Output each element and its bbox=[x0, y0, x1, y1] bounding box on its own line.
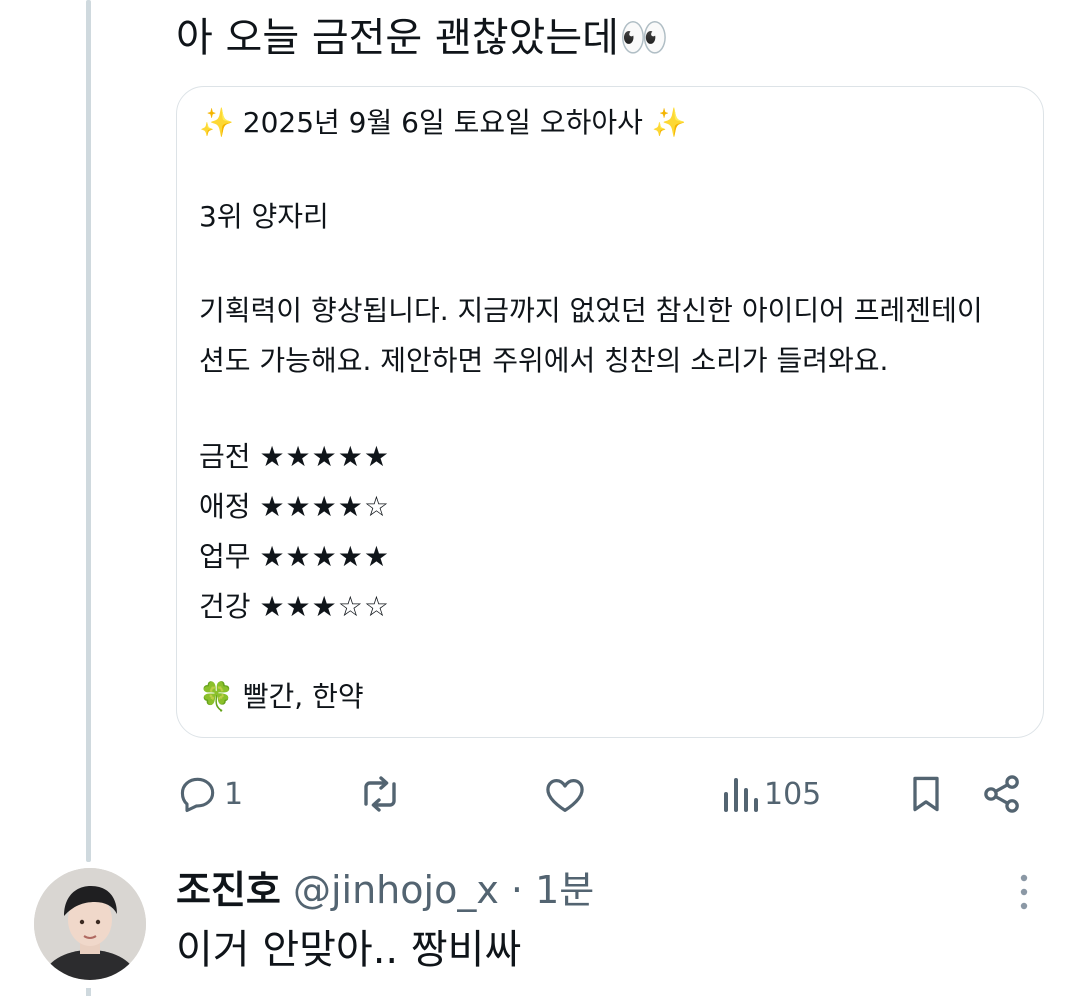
card-lucky-items: 🍀 빨간, 한약 bbox=[199, 680, 364, 713]
rating-row-work: 업무 ★★★★★ bbox=[199, 537, 390, 577]
quoted-text-card[interactable]: ✨ 2025년 9월 6일 토요일 오하아사 ✨ 3위 양자리 기획력이 향상됩… bbox=[176, 86, 1044, 738]
like-button[interactable] bbox=[542, 764, 592, 824]
rating-label: 금전 bbox=[199, 440, 251, 473]
bar-chart-icon bbox=[720, 772, 760, 816]
rating-label: 애정 bbox=[199, 490, 251, 523]
views-count: 105 bbox=[764, 776, 822, 812]
bookmark-button[interactable] bbox=[904, 764, 948, 824]
rating-row-love: 애정 ★★★★☆ bbox=[199, 487, 390, 527]
meta-separator: · bbox=[510, 868, 523, 912]
rating-row-money: 금전 ★★★★★ bbox=[199, 437, 390, 477]
card-description-line-2: 션도 가능해요. 제안하면 주위에서 칭찬의 소리가 들려와요. bbox=[199, 344, 889, 377]
reply-header: 조진호 @jinhojo_x · 1분 bbox=[176, 864, 594, 916]
thread-connector-line bbox=[86, 0, 91, 862]
post-text: 아 오늘 금전운 괜찮았는데👀 bbox=[176, 15, 669, 61]
post-action-bar: 1 105 bbox=[176, 764, 1036, 824]
repost-button[interactable] bbox=[356, 764, 408, 824]
rating-stars: ★★★★★ bbox=[259, 440, 390, 473]
avatar[interactable] bbox=[34, 868, 146, 980]
views-button[interactable]: 105 bbox=[720, 764, 821, 824]
rating-label: 건강 bbox=[199, 590, 251, 623]
reply-timestamp[interactable]: 1분 bbox=[535, 868, 594, 912]
reply-icon bbox=[176, 772, 220, 816]
share-button[interactable] bbox=[980, 764, 1024, 824]
card-description-line-1: 기획력이 향상됩니다. 지금까지 없었던 참신한 아이디어 프레젠테이 bbox=[199, 294, 983, 327]
profile-photo bbox=[34, 868, 146, 980]
rating-stars: ★★★★☆ bbox=[259, 490, 390, 523]
heart-icon bbox=[542, 771, 588, 817]
more-options-button[interactable] bbox=[1012, 872, 1036, 912]
rating-stars: ★★★★★ bbox=[259, 540, 390, 573]
repost-icon bbox=[356, 770, 404, 818]
reply-text: 이거 안맞아.. 짱비싸 bbox=[176, 927, 522, 973]
rating-row-health: 건강 ★★★☆☆ bbox=[199, 587, 390, 627]
bookmark-icon bbox=[904, 771, 948, 817]
reply-handle[interactable]: @jinhojo_x bbox=[293, 868, 499, 912]
thread-connector-line-bottom bbox=[86, 988, 91, 996]
reply-button[interactable]: 1 bbox=[176, 764, 243, 824]
rating-label: 업무 bbox=[199, 540, 251, 573]
card-title: ✨ 2025년 9월 6일 토요일 오하아사 ✨ bbox=[199, 106, 687, 139]
reply-display-name[interactable]: 조진호 bbox=[176, 868, 281, 912]
rating-stars: ★★★☆☆ bbox=[259, 590, 390, 623]
share-icon bbox=[980, 772, 1024, 816]
reply-count: 1 bbox=[224, 776, 244, 812]
card-rank: 3위 양자리 bbox=[199, 200, 329, 233]
vertical-ellipsis-icon bbox=[1020, 874, 1028, 910]
